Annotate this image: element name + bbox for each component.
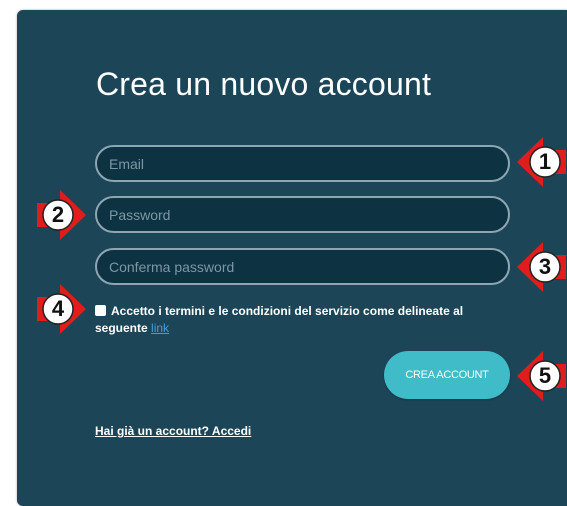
password-field[interactable] (95, 196, 510, 233)
page-title: Crea un nuovo account (96, 66, 432, 102)
callout-2-arrow: 2 (36, 189, 88, 241)
callout-5-arrow: 5 (515, 350, 567, 402)
callout-2-number: 2 (51, 202, 65, 227)
callout-3-number: 3 (538, 254, 552, 279)
login-link[interactable]: Hai già un account? Accedi (95, 424, 251, 438)
terms-checkbox[interactable] (95, 305, 106, 316)
email-field[interactable] (95, 145, 510, 182)
callout-1-number: 1 (538, 149, 552, 174)
terms-link[interactable]: link (151, 321, 169, 335)
callout-4-number: 4 (51, 296, 65, 321)
create-account-button[interactable]: CREA ACCOUNT (384, 351, 510, 399)
confirm-password-field[interactable] (95, 248, 510, 285)
callout-5-number: 5 (538, 363, 552, 388)
callout-4-arrow: 4 (36, 283, 88, 335)
terms-row: Accetto i termini e le condizioni del se… (95, 303, 505, 337)
callout-3-arrow: 3 (515, 241, 567, 293)
callout-1-arrow: 1 (515, 136, 567, 188)
